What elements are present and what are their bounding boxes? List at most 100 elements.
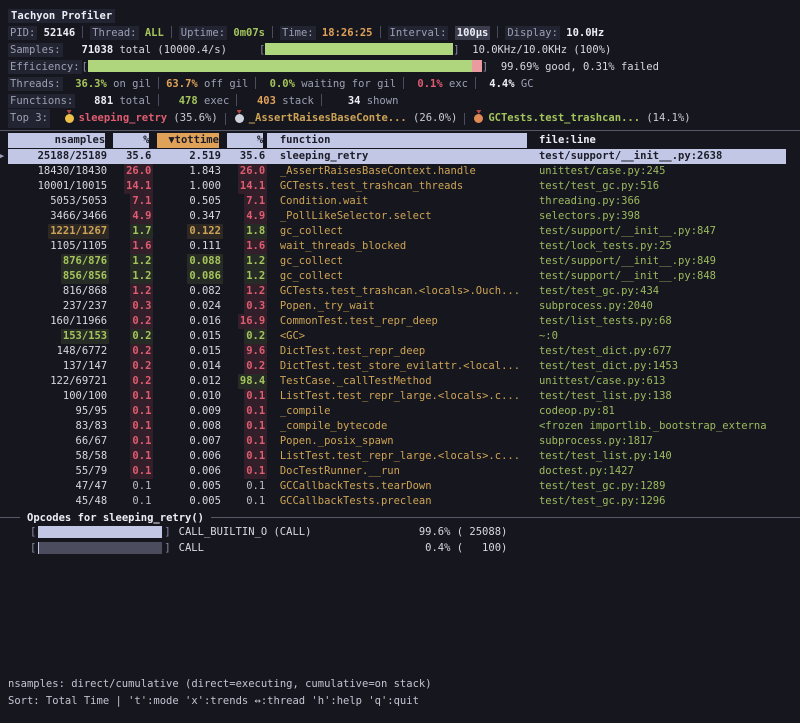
exc-value: 0.1% [411,78,443,90]
tottime-cell: 0.012 [153,374,223,389]
separator [475,77,476,89]
nsamples-cell: 237/237 [8,299,109,314]
table-row[interactable]: 3466/34664.90.3474.9_PollLikeSelector.se… [8,209,800,224]
table-row[interactable]: 55/790.10.0060.1DocTestRunner.__rundocte… [8,464,800,479]
percent-cell: 0.1 [109,464,153,479]
table-row[interactable]: 100/1000.10.0100.1ListTest.test_repr_lar… [8,389,800,404]
functions-shown: 34 [329,95,361,107]
file-line-cell: test/test_gc.py:1296 [533,494,800,509]
function-name-cell: _AssertRaisesBaseContext.handle [267,164,533,179]
functions-stack: 403 [244,95,276,107]
thread-label[interactable]: Thread: [90,26,138,40]
file-line-cell: test/test_gc.py:434 [533,284,800,299]
bracket-open: [ [30,540,36,556]
percent-cell: 0.1 [109,449,153,464]
interval-label: Interval: [388,26,449,40]
efficiency-failed-fill [472,60,482,72]
table-row[interactable]: 45/480.10.0050.1GCCallbackTests.preclean… [8,494,800,509]
table-row[interactable]: 83/830.10.0080.1_compile_bytecode<frozen… [8,419,800,434]
percent-cell: 0.2 [109,374,153,389]
table-row[interactable]: 153/1530.20.0150.2<GC>~:0 [8,329,800,344]
table-row[interactable]: 122/697210.20.01298.4TestCase._callTestM… [8,374,800,389]
column-header-percent-1[interactable]: % [109,133,153,148]
efficiency-good-fill [88,60,472,72]
column-header-function[interactable]: function [267,133,533,148]
tottime-cell: 1.843 [153,164,223,179]
cumulative-percent-cell: 0.2 [223,359,267,374]
cumulative-percent-cell: 9.6 [223,344,267,359]
tottime-cell: 0.122 [153,224,223,239]
table-row[interactable]: 25188/2518935.62.51935.6sleeping_retryte… [8,149,786,164]
cumulative-percent-cell: 7.1 [223,194,267,209]
footer-legend: nsamples: direct/cumulative (direct=exec… [0,676,800,693]
file-line-cell: subprocess.py:1817 [533,434,800,449]
file-line-cell: threading.py:366 [533,194,800,209]
waiting-value: 0.0% [263,78,295,90]
on-gil-value: 36.3% [63,78,107,90]
table-row[interactable]: 137/1470.20.0140.2DictTest.test_store_ev… [8,359,800,374]
table-row[interactable]: 237/2370.30.0240.3Popen._try_waitsubproc… [8,299,800,314]
nsamples-cell: 10001/10015 [8,179,109,194]
column-header-percent-2[interactable]: % [223,133,267,148]
column-header-nsamples[interactable]: nsamples [8,133,109,148]
cumulative-percent-cell: 4.9 [223,209,267,224]
top3-function-name: GCTests.test_trashcan... [488,110,640,127]
separator [403,77,404,89]
efficiency-bar [88,60,482,72]
column-header-file-line[interactable]: file:line [533,133,800,148]
table-row[interactable]: 856/8561.20.0861.2gc_collecttest/support… [8,269,800,284]
function-name-cell: GCTests.test_trashcan.<locals>.Ouch... [267,284,533,299]
tottime-cell: 0.016 [153,314,223,329]
opcode-name: CALL_BUILTIN_O (CALL) [179,524,413,540]
table-row[interactable]: 5053/50537.10.5057.1Condition.waitthread… [8,194,800,209]
table-row[interactable]: 10001/1001514.11.00014.1GCTests.test_tra… [8,179,800,194]
nsamples-cell: 876/876 [8,254,109,269]
file-line-cell: test/support/__init__.py:848 [533,269,800,284]
opcode-name: CALL [179,540,413,556]
table-row[interactable]: 66/670.10.0070.1Popen._posix_spawnsubpro… [8,434,800,449]
thread-value[interactable]: ALL [139,27,164,39]
table-row[interactable]: 1221/12671.70.1221.8gc_collecttest/suppo… [8,224,800,239]
on-gil-label: on gil [107,78,151,90]
functions-shown-label: shown [360,95,398,107]
footer: nsamples: direct/cumulative (direct=exec… [0,676,800,710]
file-line-cell: codeop.py:81 [533,404,800,419]
separator [158,94,159,106]
opcode-row: []CALL_BUILTIN_O (CALL)99.6% ( 25088) [0,524,800,540]
cumulative-percent-cell: 0.1 [223,404,267,419]
separator [158,77,159,89]
table-row[interactable]: 18430/1843026.01.84326.0_AssertRaisesBas… [8,164,800,179]
nsamples-cell: 47/47 [8,479,109,494]
table-top-divider [0,130,800,131]
functions-exec: 478 [166,95,198,107]
file-line-cell: test/test_dict.py:1453 [533,359,800,374]
nsamples-cell: 122/69721 [8,374,109,389]
table-row[interactable]: 1105/11051.60.1111.6wait_threads_blocked… [8,239,800,254]
separator [236,94,237,106]
percent-cell: 1.2 [109,284,153,299]
cumulative-percent-cell: 0.1 [223,449,267,464]
file-line-cell: test/test_list.py:138 [533,389,800,404]
nsamples-cell: 1105/1105 [8,239,109,254]
file-line-cell: unittest/case.py:245 [533,164,800,179]
table-row[interactable]: 47/470.10.0050.1GCCallbackTests.tearDown… [8,479,800,494]
table-row[interactable]: 876/8761.20.0881.2gc_collecttest/support… [8,254,800,269]
nsamples-cell: 25188/25189 [8,149,109,164]
cumulative-percent-cell: 1.8 [223,224,267,239]
table-row[interactable]: 148/67720.20.0159.6DictTest.test_repr_de… [8,344,800,359]
column-header-tottime-sorted[interactable]: ▼tottime [153,133,223,148]
header: Tachyon Profiler PID: 52146Thread: ALLUp… [0,0,800,127]
function-name-cell: Popen._try_wait [267,299,533,314]
table-row[interactable]: 95/950.10.0090.1_compilecodeop.py:81 [8,404,800,419]
nsamples-cell: 160/11966 [8,314,109,329]
samples-bar [265,43,453,55]
cumulative-percent-cell: 0.1 [223,479,267,494]
table-row[interactable]: 58/580.10.0060.1ListTest.test_repr_large… [8,449,800,464]
cumulative-percent-cell: 1.2 [223,269,267,284]
tottime-cell: 0.111 [153,239,223,254]
table-row[interactable]: 816/8681.20.0821.2GCTests.test_trashcan.… [8,284,800,299]
cumulative-percent-cell: 0.1 [223,434,267,449]
file-line-cell: test/lock_tests.py:25 [533,239,800,254]
function-name-cell: <GC> [267,329,533,344]
table-row[interactable]: 160/119660.20.01616.9CommonTest.test_rep… [8,314,800,329]
